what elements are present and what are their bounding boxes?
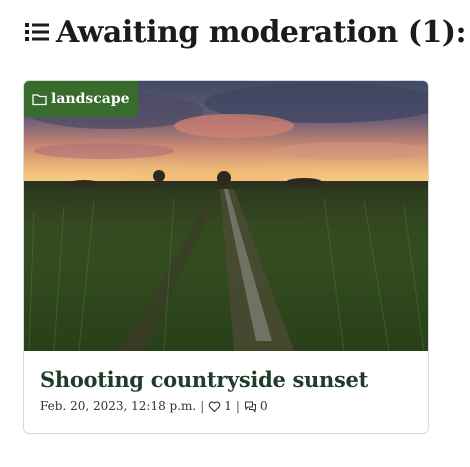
post-date: Feb. 20, 2023, 12:18 p.m. — [40, 399, 197, 413]
comment-count: 0 — [259, 399, 268, 413]
post-title[interactable]: Shooting countryside sunset — [40, 367, 368, 392]
like-count: 1 — [224, 399, 232, 413]
heart-icon — [208, 401, 221, 412]
countryside-sunset-photo[interactable] — [24, 81, 428, 351]
separator: | — [200, 399, 205, 413]
separator: | — [235, 399, 240, 413]
page-heading: Awaiting moderation (1): — [24, 10, 467, 54]
category-label: landscape — [51, 91, 130, 107]
folder-icon — [32, 94, 47, 106]
post-card[interactable]: landscape Shooting countryside sunset Fe… — [23, 80, 429, 434]
list-icon — [25, 23, 49, 41]
page-heading-text: Awaiting moderation (1): — [56, 14, 467, 50]
category-tag[interactable]: landscape — [24, 81, 138, 117]
comments-icon — [244, 401, 256, 413]
post-meta: Feb. 20, 2023, 12:18 p.m. | 1 | 0 — [40, 399, 268, 413]
